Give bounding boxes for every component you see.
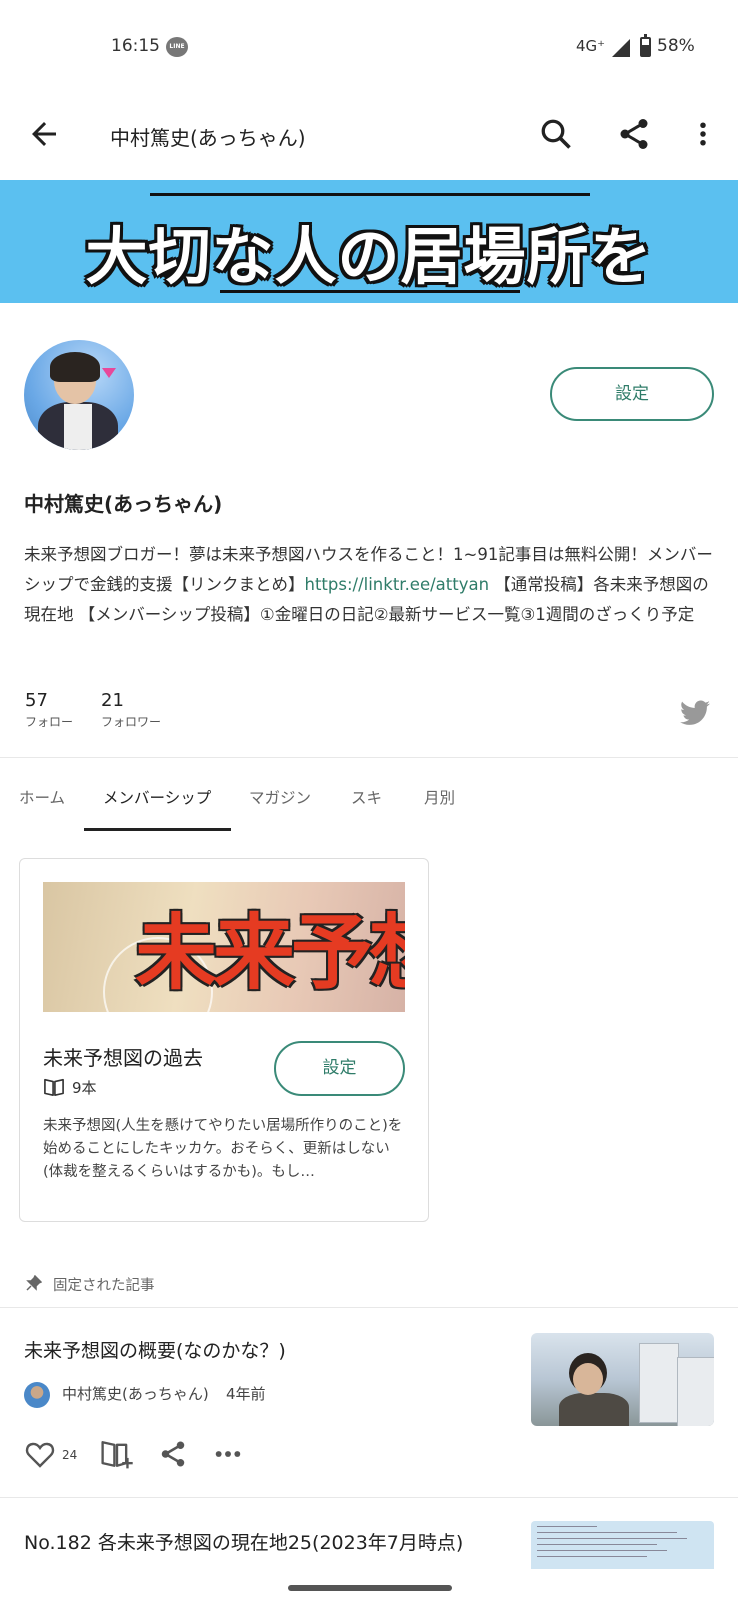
search-icon[interactable]: [538, 116, 574, 152]
book-icon: [44, 1078, 64, 1096]
page-title: 中村篤史(あっちゃん): [110, 126, 306, 150]
tab-membership[interactable]: メンバーシップ: [103, 786, 211, 808]
add-to-magazine-icon[interactable]: [100, 1438, 134, 1470]
profile-settings-button[interactable]: 設定: [550, 367, 714, 421]
tab-home[interactable]: ホーム: [19, 786, 65, 808]
battery-icon: [640, 34, 651, 57]
profile-name: 中村篤史(あっちゃん): [24, 492, 223, 516]
pinned-label: 固定された記事: [53, 1278, 155, 1294]
article-thumbnail[interactable]: [531, 1333, 714, 1426]
share-icon[interactable]: [158, 1438, 188, 1470]
membership-cover-image: 未来予想図: [43, 882, 405, 1012]
membership-settings-button[interactable]: 設定: [274, 1041, 405, 1096]
article-time: 4年前: [226, 1385, 266, 1403]
follow-stat[interactable]: 57 フォロー: [25, 690, 73, 730]
line-notification-icon: LINE: [166, 37, 188, 57]
divider: [0, 757, 738, 758]
tab-magazine[interactable]: マガジン: [249, 786, 311, 808]
app-bar: 中村篤史(あっちゃん): [0, 96, 738, 180]
network-type: 4G⁺: [576, 37, 606, 55]
follower-label: フォロワー: [101, 715, 162, 729]
more-horiz-icon[interactable]: [212, 1438, 244, 1470]
signal-icon: [612, 39, 630, 57]
article-author[interactable]: 中村篤史(あっちゃん): [62, 1383, 209, 1404]
heart-icon[interactable]: [24, 1438, 56, 1470]
follow-count: 57: [25, 690, 48, 711]
share-icon[interactable]: [616, 116, 652, 152]
article-title[interactable]: No.182 各未来予想図の現在地25(2023年7月時点): [24, 1528, 463, 1555]
status-time: 16:15: [111, 36, 160, 56]
battery-percent: 58%: [657, 36, 695, 56]
membership-card[interactable]: 未来予想図 未来予想図の過去 9本 設定 未来予想図(人生を懸けてやりたい居場所…: [19, 858, 429, 1222]
profile-bio: 未来予想図ブロガー！夢は未来予想図ハウスを作ること！1~91記事目は無料公開！メ…: [24, 540, 714, 630]
profile-tabs: ホーム メンバーシップ マガジン スキ 月別: [0, 760, 738, 832]
tab-monthly[interactable]: 月別: [424, 786, 455, 808]
follower-stat[interactable]: 21 フォロワー: [101, 690, 161, 730]
pin-icon: [26, 1275, 42, 1291]
membership-description: 未来予想図(人生を懸けてやりたい居場所作りのこと)を始めることにしたキッカケ。お…: [43, 1118, 403, 1180]
twitter-icon[interactable]: [680, 700, 710, 726]
back-arrow-icon[interactable]: [26, 116, 62, 152]
status-bar: 16:15 LINE 4G⁺ 58%: [0, 0, 738, 96]
follow-label: フォロー: [25, 715, 74, 729]
divider: [0, 1307, 738, 1308]
cover-image-text: 未来予想図: [135, 906, 405, 1001]
like-count: 24: [62, 1448, 78, 1462]
divider: [0, 1497, 738, 1498]
follower-count: 21: [101, 690, 124, 711]
banner-partial-text-top: [150, 180, 590, 196]
header-banner-image: 大切な人の居場所を: [0, 180, 738, 303]
banner-partial-text-bottom: [220, 290, 520, 303]
tab-likes[interactable]: スキ: [351, 786, 382, 808]
membership-article-count: 9本: [72, 1079, 97, 1097]
author-avatar[interactable]: [24, 1382, 50, 1408]
home-indicator[interactable]: [288, 1585, 452, 1591]
membership-title: 未来予想図の過去: [43, 1046, 203, 1070]
bio-link[interactable]: https://linktr.ee/attyan: [305, 575, 490, 594]
more-vert-icon[interactable]: [688, 116, 718, 152]
article-title[interactable]: 未来予想図の概要(なのかな？): [24, 1336, 286, 1363]
tab-active-indicator: [84, 828, 231, 831]
banner-text: 大切な人の居場所を: [85, 220, 653, 293]
profile-avatar: [24, 340, 134, 450]
article-thumbnail[interactable]: [531, 1521, 714, 1569]
